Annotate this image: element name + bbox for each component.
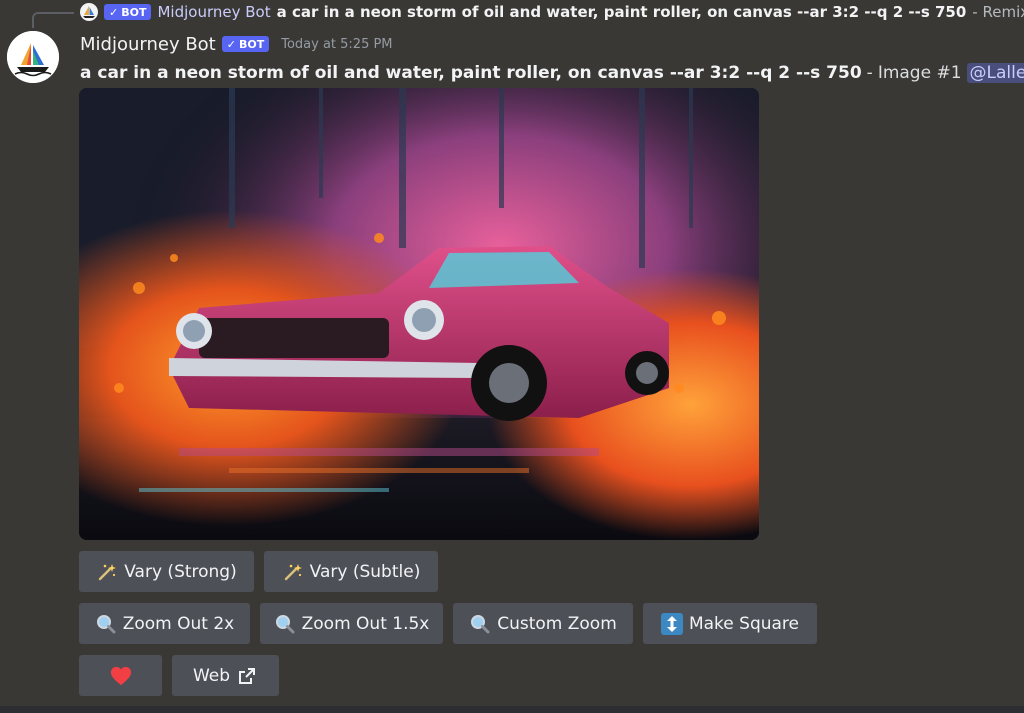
zoom-out-2x-label: Zoom Out 2x	[122, 613, 235, 634]
vary-subtle-button[interactable]: Vary (Subtle)	[264, 551, 438, 592]
zoom-out-1-5x-label: Zoom Out 1.5x	[301, 613, 430, 634]
prompt-text: a car in a neon storm of oil and water, …	[80, 63, 862, 83]
generated-image[interactable]	[79, 88, 759, 540]
web-label: Web	[192, 665, 231, 686]
heart-icon	[110, 665, 132, 687]
message-header: Midjourney Bot ✓ BOT Today at 5:25 PM	[80, 31, 393, 57]
reply-connector	[32, 12, 74, 28]
reply-author[interactable]: Midjourney Bot	[157, 3, 270, 21]
separator: -	[866, 63, 873, 83]
avatar[interactable]	[7, 31, 59, 83]
magnifier-icon	[95, 613, 117, 635]
zoom-out-2x-button[interactable]: Zoom Out 2x	[79, 603, 250, 644]
reply-prompt[interactable]: a car in a neon storm of oil and water, …	[277, 3, 967, 21]
make-square-label: Make Square	[688, 613, 800, 634]
custom-zoom-label: Custom Zoom	[497, 613, 617, 634]
reply-preview[interactable]: ✓ BOT Midjourney Bot a car in a neon sto…	[80, 2, 1024, 22]
reply-avatar	[80, 3, 98, 21]
web-button[interactable]: Web	[172, 655, 279, 696]
magic-wand-icon	[282, 561, 304, 583]
reply-suffix: - Remix by	[972, 3, 1024, 21]
check-icon: ✓	[109, 5, 119, 19]
zoom-out-1-5x-button[interactable]: Zoom Out 1.5x	[260, 603, 443, 644]
make-square-button[interactable]: Make Square	[643, 603, 817, 644]
username[interactable]: Midjourney Bot	[80, 34, 216, 55]
up-down-arrow-icon	[660, 612, 683, 635]
image-label: Image #1	[877, 63, 962, 83]
magic-wand-icon	[96, 561, 118, 583]
bottom-edge	[0, 706, 1024, 713]
message-content: a car in a neon storm of oil and water, …	[80, 60, 1024, 86]
magnifier-icon	[274, 613, 296, 635]
vary-subtle-label: Vary (Subtle)	[309, 561, 421, 582]
favorite-button[interactable]	[79, 655, 162, 696]
user-mention[interactable]: @Lallen	[966, 63, 1024, 83]
timestamp[interactable]: Today at 5:25 PM	[281, 37, 392, 52]
vary-strong-label: Vary (Strong)	[124, 561, 237, 582]
vary-strong-button[interactable]: Vary (Strong)	[79, 551, 254, 592]
magnifier-icon	[469, 613, 491, 635]
reply-bot-badge: ✓ BOT	[104, 4, 152, 20]
external-link-icon	[236, 665, 258, 687]
custom-zoom-button[interactable]: Custom Zoom	[453, 603, 633, 644]
check-icon: ✓	[226, 37, 236, 51]
bot-badge: ✓ BOT	[221, 36, 270, 52]
